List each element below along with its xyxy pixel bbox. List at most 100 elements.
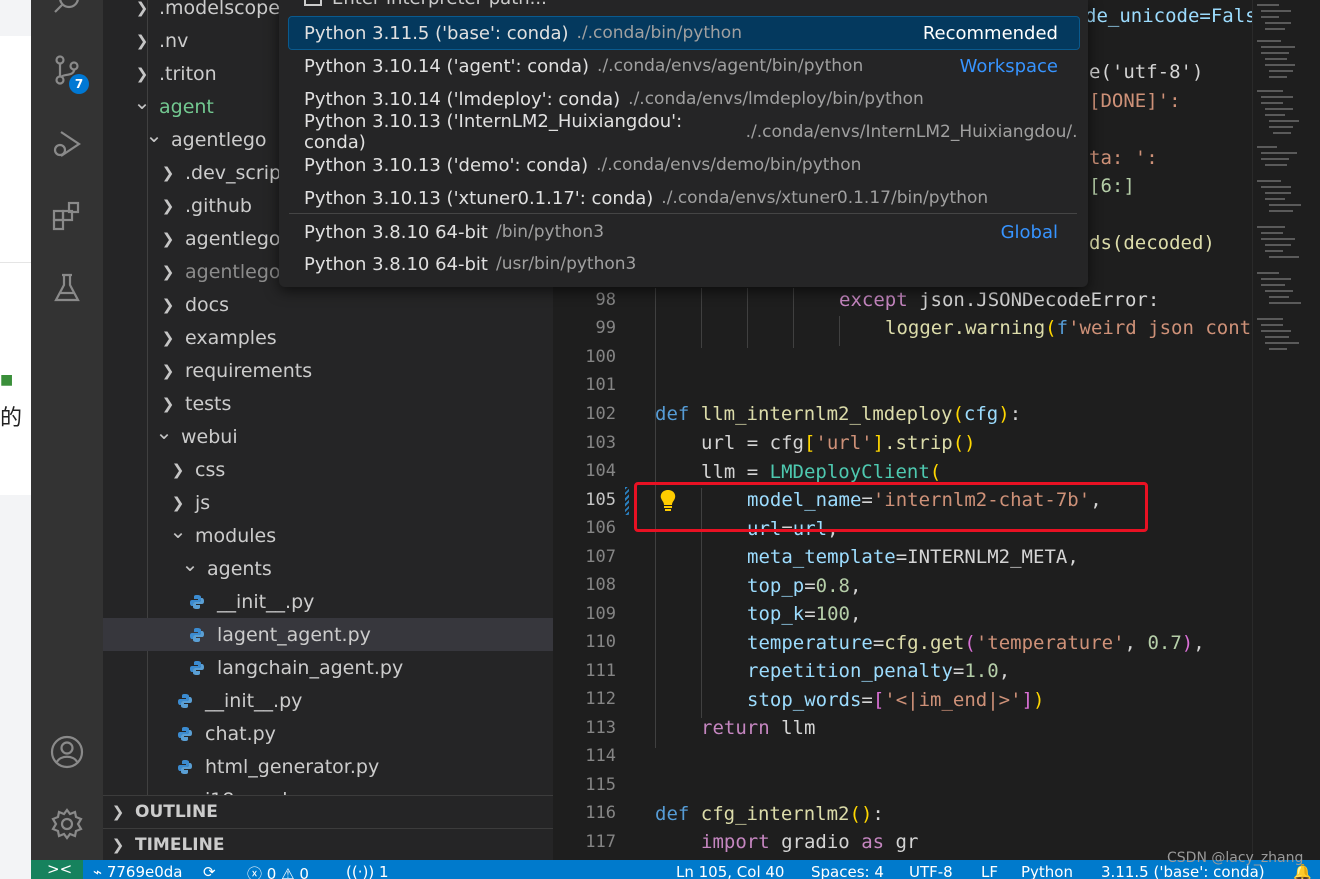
enter-interpreter-path-label: Enter interpreter path... — [332, 0, 547, 9]
input-box-icon — [304, 0, 322, 6]
python-file-icon — [177, 759, 197, 775]
explorer-file[interactable]: __init__.py — [103, 684, 553, 717]
explorer-file[interactable]: __init__.py — [103, 585, 553, 618]
explorer-folder[interactable]: ⌄ agents — [103, 552, 553, 585]
chevron-right-icon: ❯ — [161, 196, 175, 215]
explorer-folder[interactable]: ⌄ webui — [103, 420, 553, 453]
extensions-icon[interactable] — [47, 196, 87, 236]
interpreter-option[interactable]: Python 3.10.13 ('xtuner0.1.17': conda) ./… — [289, 182, 1079, 214]
explorer-file[interactable]: chat.py — [103, 717, 553, 750]
line-change-indicator — [625, 487, 629, 515]
tree-item-label: langchain_agent.py — [217, 656, 404, 679]
tree-item-label: modules — [195, 524, 277, 547]
interpreter-path: /usr/bin/python3 — [495, 254, 637, 274]
minimap[interactable] — [1252, 0, 1320, 860]
code-line-116: def cfg_internlm2(): — [655, 803, 884, 825]
language-mode[interactable]: Python — [1021, 863, 1073, 879]
chevron-right-icon: ❯ — [135, 0, 149, 17]
interpreter-label: Python 3.10.13 ('demo': conda) — [304, 154, 589, 176]
line-number: 111 — [585, 661, 616, 681]
account-icon[interactable] — [47, 732, 87, 772]
code-fragment: de_unicode=Fals — [1085, 5, 1257, 27]
python-file-icon — [189, 627, 209, 643]
code-line-102: def llm_internlm2_lmdeploy(cfg): — [655, 403, 1022, 425]
tree-item-label: docs — [185, 293, 230, 316]
line-number: 112 — [585, 689, 616, 709]
outline-section[interactable]: ❯ OUTLINE — [103, 795, 553, 828]
explorer-file[interactable]: html_generator.py — [103, 750, 553, 783]
encoding[interactable]: UTF-8 — [909, 863, 953, 879]
settings-gear-icon[interactable] — [47, 804, 87, 844]
chevron-right-icon: ❯ — [171, 460, 185, 479]
minimap-preview — [1257, 4, 1301, 350]
line-number: 114 — [585, 746, 616, 766]
explorer-file[interactable]: lagent_agent.py — [103, 618, 553, 651]
line-number: 100 — [585, 347, 616, 367]
ports-count: 1 — [378, 863, 389, 879]
explorer-file[interactable]: langchain_agent.py — [103, 651, 553, 684]
explorer-folder[interactable]: ❯ js — [103, 486, 553, 519]
explorer-folder[interactable]: ❯ examples — [103, 321, 553, 354]
cursor-position[interactable]: Ln 105, Col 40 — [676, 863, 784, 879]
code-line-104: llm = LMDeployClient( — [701, 461, 942, 483]
interpreter-option[interactable]: Python 3.8.10 64-bit/usr/bin/python3 — [289, 248, 1079, 280]
warning-count: 0 — [299, 865, 309, 879]
line-number: 98 — [595, 290, 616, 310]
ports-button[interactable]: ((·)) 1 — [346, 863, 389, 879]
line-number: 110 — [585, 632, 616, 652]
interpreter-option[interactable]: Python 3.11.5 ('base': conda) ./.conda/bi… — [288, 16, 1080, 50]
status-bar: >< ⌁ 7769e0da ⟳ ⓧ 0 ⚠ 0 ((·)) 1 Ln 105, … — [31, 860, 1320, 879]
line-number: 107 — [585, 547, 616, 567]
interpreter-path: ./.conda/envs/InternLM2_Huixiangdou/... — [745, 122, 1079, 142]
tree-item-label: lagent_agent.py — [217, 623, 371, 646]
interpreter-tag: Global — [1000, 221, 1058, 243]
interpreter-option[interactable]: Python 3.8.10 64-bit/bin/python3 Global — [289, 216, 1079, 248]
interpreter-path: /bin/python3 — [495, 222, 605, 242]
git-commit-icon: ⌁ — [93, 863, 103, 879]
explorer-folder[interactable]: ❯ tests — [103, 387, 553, 420]
interpreter-option[interactable]: Python 3.10.13 ('demo': conda) ./.conda/e… — [289, 149, 1079, 181]
explorer-folder[interactable]: ❯ css — [103, 453, 553, 486]
tree-item-label: html_generator.py — [205, 755, 380, 778]
enter-interpreter-path-item[interactable]: Enter interpreter path... — [304, 0, 547, 9]
interpreter-option[interactable]: Python 3.10.13 ('InternLM2_Huixiangdou':… — [289, 111, 1079, 153]
git-branch-button[interactable]: ⌁ 7769e0da — [93, 863, 182, 879]
tree-item-label: .modelscope — [159, 0, 280, 19]
chevron-right-icon: ❯ — [161, 394, 175, 413]
line-number: 109 — [585, 604, 616, 624]
python-file-icon — [177, 693, 197, 709]
outline-label: OUTLINE — [135, 802, 218, 822]
sync-icon[interactable]: ⟳ — [203, 863, 216, 879]
interpreter-tag: Workspace — [959, 55, 1058, 77]
testing-icon[interactable] — [47, 268, 87, 308]
explorer-folder[interactable]: ❯ docs — [103, 288, 553, 321]
tree-item-label: .github — [185, 194, 252, 217]
search-icon[interactable] — [47, 0, 87, 22]
explorer-folder[interactable]: ⌄ modules — [103, 519, 553, 552]
chevron-right-icon: ❯ — [161, 262, 175, 281]
timeline-label: TIMELINE — [135, 835, 225, 855]
interpreter-quick-pick: Enter interpreter path... Python 3.11.5 … — [279, 0, 1088, 287]
run-debug-icon[interactable] — [47, 124, 87, 164]
interpreter-option[interactable]: Python 3.10.14 ('agent': conda) ./.conda/… — [289, 50, 1079, 82]
interpreter-path: ./.conda/envs/xtuner0.1.17/bin/python — [661, 188, 989, 208]
watermark: CSDN @lacy_zhang — [1167, 850, 1304, 866]
remote-indicator-button[interactable]: >< — [31, 860, 83, 879]
code-line-103: url = cfg['url'].strip() — [701, 432, 976, 454]
timeline-section[interactable]: ❯ TIMELINE — [103, 828, 553, 860]
indentation[interactable]: Spaces: 4 — [811, 863, 884, 879]
line-number: 99 — [595, 318, 616, 338]
interpreter-label: Python 3.10.14 ('lmdeploy': conda) — [304, 88, 621, 110]
chevron-right-icon: ❯ — [135, 64, 149, 83]
annotation-highlight-box — [634, 482, 1148, 532]
chevron-right-icon: ❯ — [161, 229, 175, 248]
problems-button[interactable]: ⓧ 0 ⚠ 0 — [247, 863, 309, 879]
python-file-icon — [189, 594, 209, 610]
code-line-99: logger.warning(f'weird json cont — [885, 317, 1252, 339]
end-of-line[interactable]: LF — [981, 863, 998, 879]
interpreter-label: Python 3.11.5 ('base': conda) — [304, 22, 569, 44]
interpreter-path: ./.conda/envs/demo/bin/python — [596, 155, 862, 175]
code-line-109: top_k=100, — [747, 603, 862, 625]
interpreter-tag: Recommended — [922, 22, 1058, 44]
explorer-folder[interactable]: ❯ requirements — [103, 354, 553, 387]
